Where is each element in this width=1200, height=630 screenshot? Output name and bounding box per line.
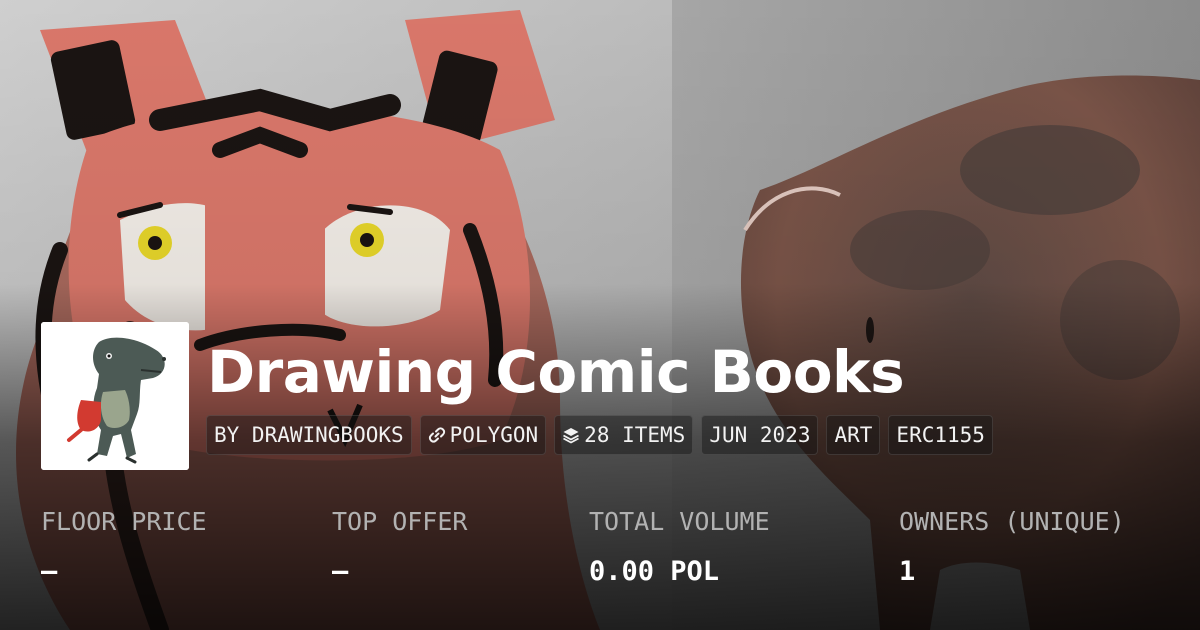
- owners-stat: OWNERS (UNIQUE) 1: [899, 500, 1125, 600]
- creator-label: BY DRAWINGBOOKS: [214, 423, 404, 447]
- layers-icon: [562, 426, 580, 444]
- chain-label: POLYGON: [449, 423, 539, 447]
- floor-price-label: FLOOR PRICE: [41, 507, 207, 536]
- date-label: JUN 2023: [709, 423, 811, 447]
- collection-title: Drawing Comic Books: [207, 338, 905, 406]
- top-offer-stat: TOP OFFER –: [332, 500, 467, 600]
- top-offer-label: TOP OFFER: [332, 507, 468, 536]
- chain-chip[interactable]: POLYGON: [419, 415, 547, 455]
- items-label: 28 ITEMS: [584, 423, 686, 447]
- owners-value: 1: [899, 556, 916, 587]
- collection-stats: FLOOR PRICE – TOP OFFER – TOTAL VOLUME 0…: [0, 500, 1200, 600]
- standard-chip: ERC1155: [888, 415, 993, 455]
- category-chip[interactable]: ART: [826, 415, 881, 455]
- floor-price-value: –: [41, 556, 58, 587]
- total-volume-label: TOTAL VOLUME: [589, 507, 770, 536]
- total-volume-value: 0.00 POL: [589, 556, 720, 587]
- owners-label: OWNERS (UNIQUE): [899, 507, 1125, 536]
- collection-avatar[interactable]: [41, 322, 189, 470]
- dinosaur-illustration: [41, 322, 189, 470]
- category-label: ART: [834, 423, 873, 447]
- top-offer-value: –: [332, 556, 349, 587]
- total-volume-stat: TOTAL VOLUME 0.00 POL: [589, 500, 770, 600]
- creator-chip[interactable]: BY DRAWINGBOOKS: [206, 415, 412, 455]
- collection-meta-chips: BY DRAWINGBOOKS POLYGON 28 ITEMS JUN 202…: [206, 415, 993, 455]
- standard-label: ERC1155: [896, 423, 985, 447]
- floor-price-stat: FLOOR PRICE –: [41, 500, 207, 600]
- date-chip: JUN 2023: [701, 415, 819, 455]
- link-icon: [428, 426, 446, 444]
- items-chip[interactable]: 28 ITEMS: [554, 415, 694, 455]
